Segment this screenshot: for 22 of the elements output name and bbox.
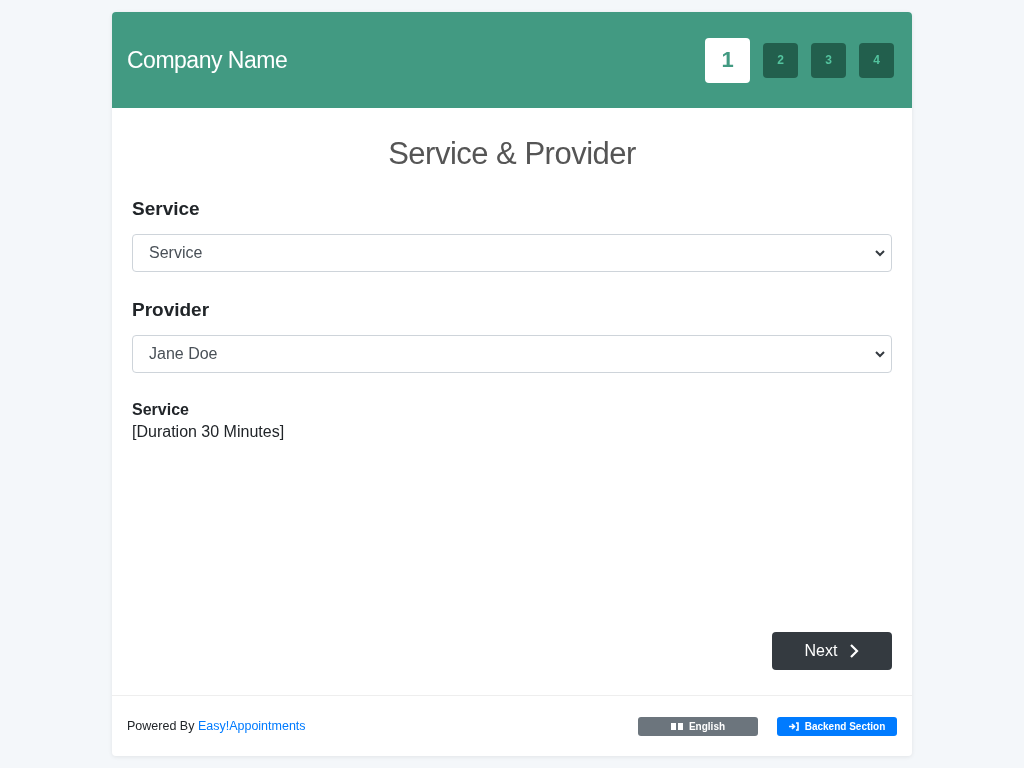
step-indicator: 1 [705,37,750,83]
company-name: Company Name [127,46,288,74]
service-duration: [Duration 30 Minutes] [132,423,286,441]
chevron-right-icon [849,644,860,658]
step-indicator: 3 [811,42,846,78]
powered-by-text: Powered By [127,719,195,733]
next-button[interactable]: Next [772,632,892,670]
step-indicator: 4 [859,42,894,78]
language-button[interactable]: English [638,716,758,736]
language-icon [670,722,683,730]
backend-section-button[interactable]: Backend Section [777,716,897,736]
step-title: Service & Provider [387,136,637,172]
sign-in-icon [788,721,799,731]
step-indicator: 2 [763,42,798,78]
field-label: Service [132,198,201,220]
chevron-down-icon [875,350,885,358]
easyappointments-link[interactable]: Easy!Appointments [197,719,306,733]
chevron-down-icon [875,249,885,257]
field-label: Provider [132,299,211,321]
service-name: Service [132,401,190,419]
dropdown-field[interactable]: Jane Doe [132,335,892,373]
dropdown-field[interactable]: Service [132,234,892,272]
